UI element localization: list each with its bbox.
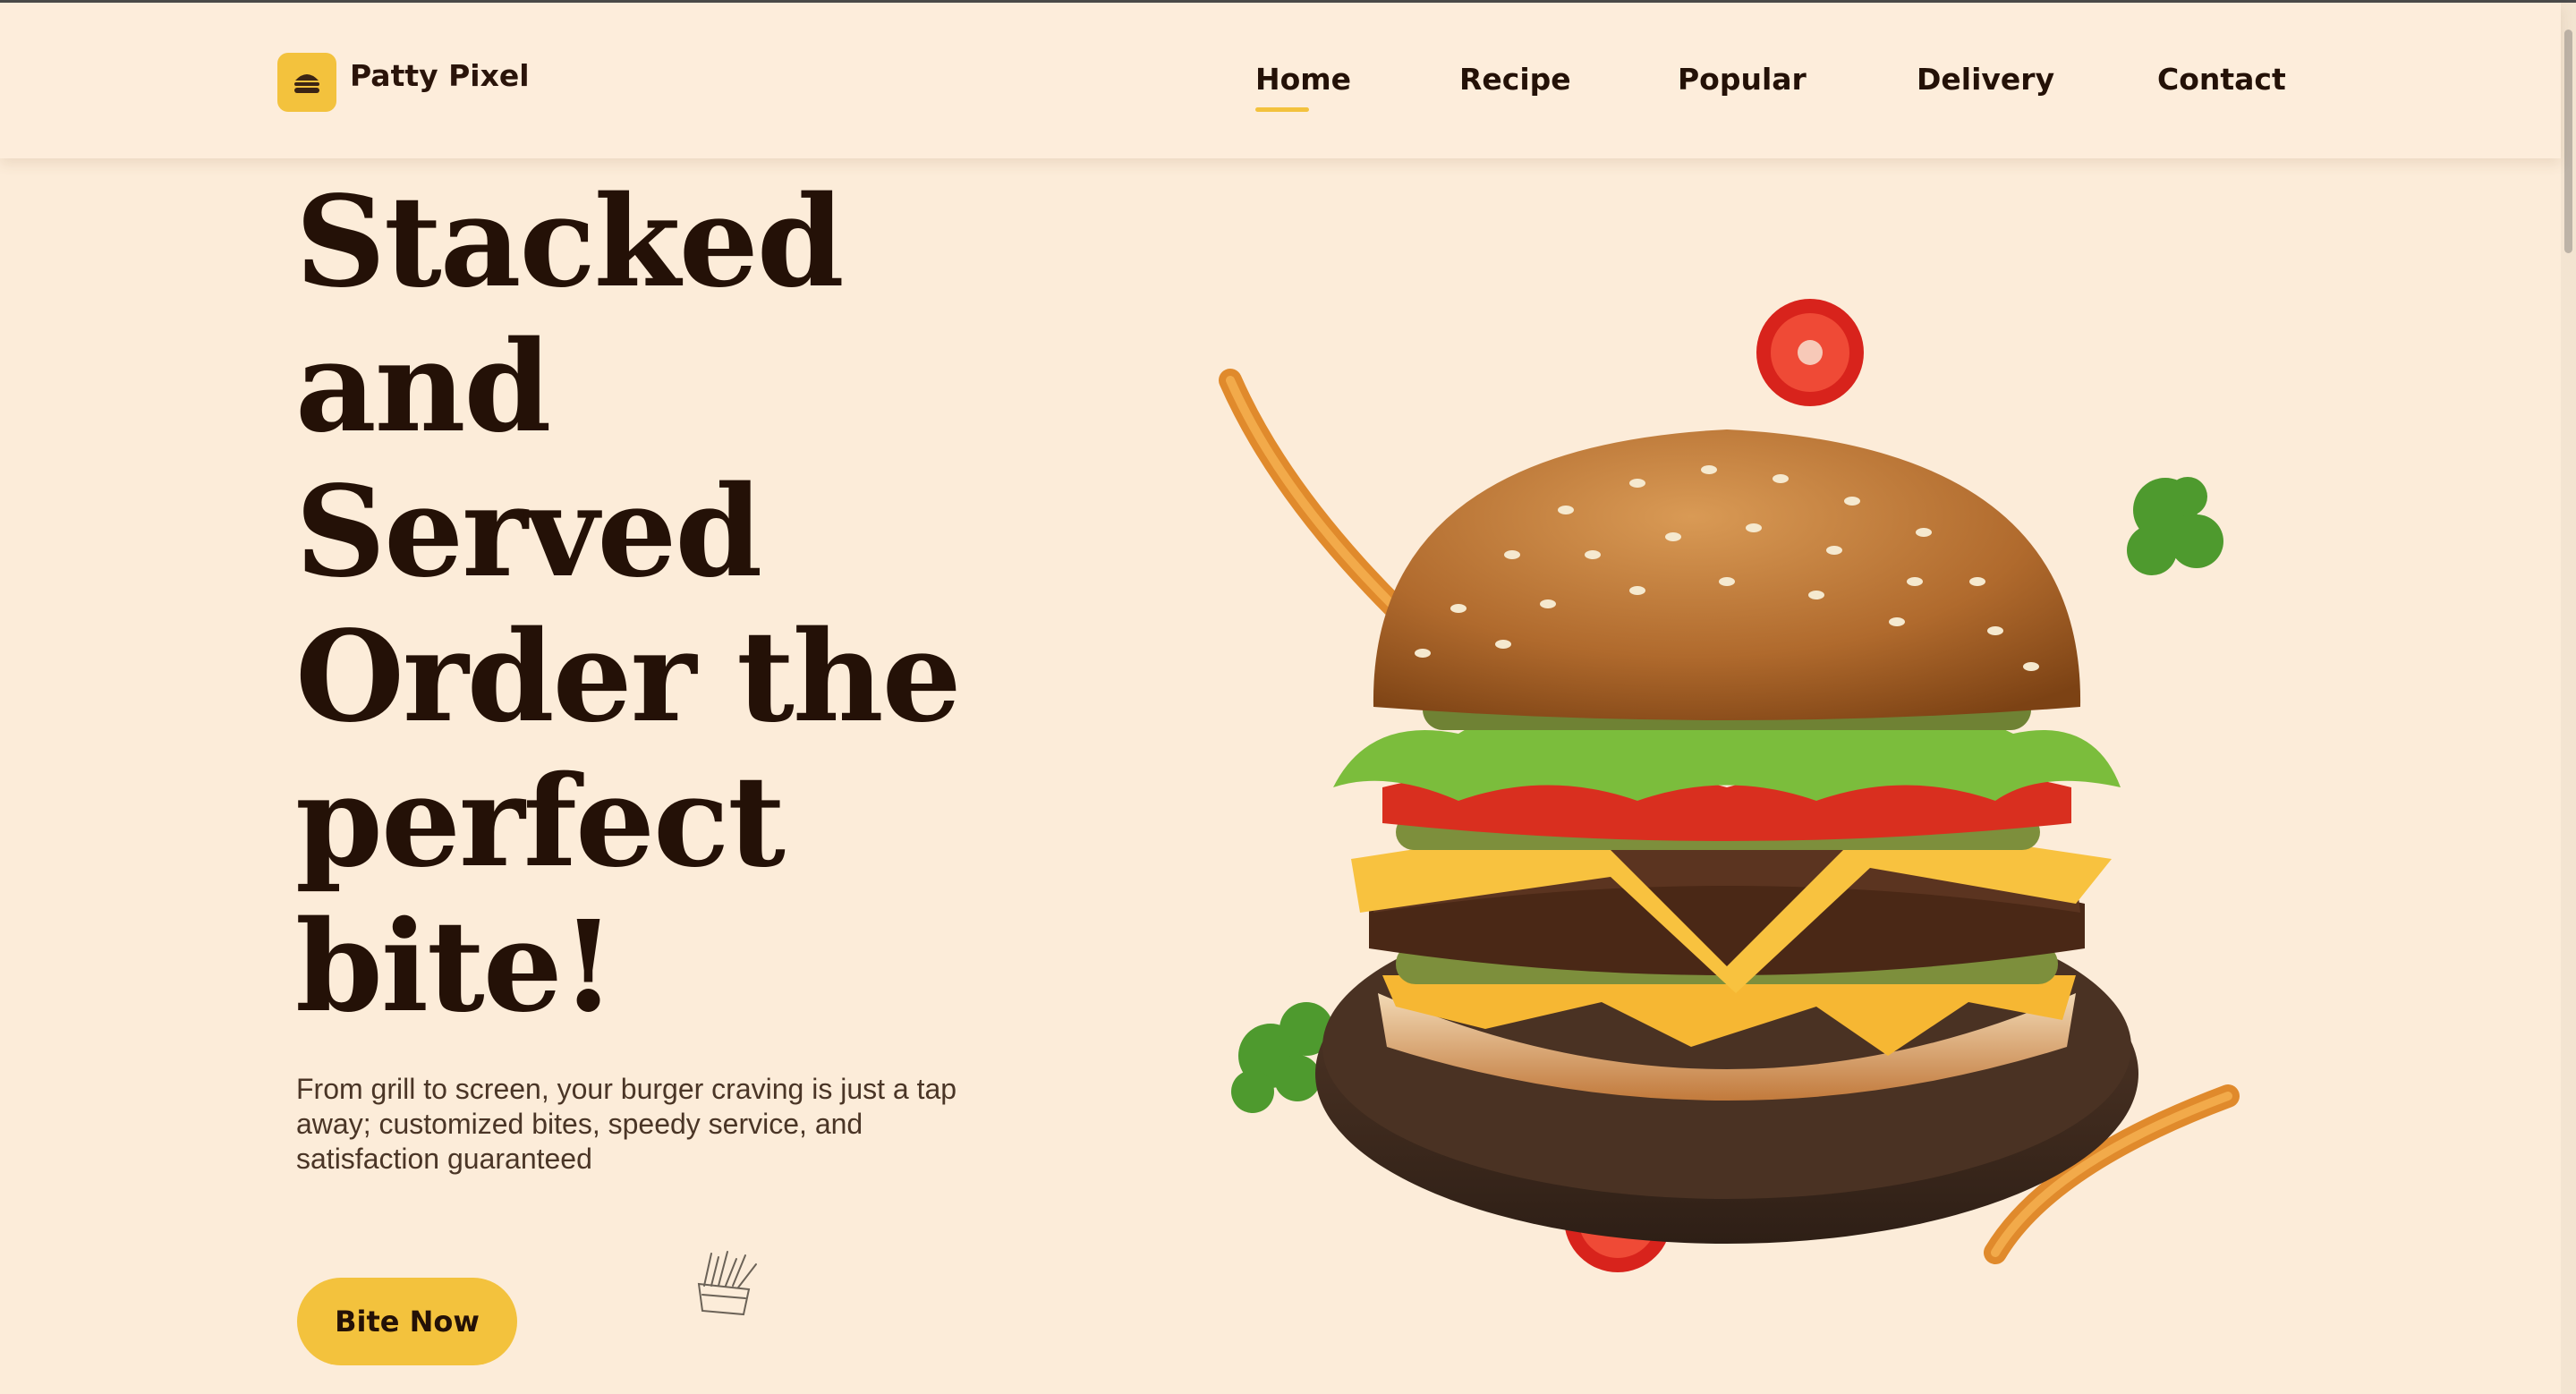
fry-left — [1219, 369, 1407, 620]
nav-recipe[interactable]: Recipe — [1459, 62, 1571, 97]
brand-name[interactable]: Patty Pixel — [350, 58, 530, 93]
nav-contact[interactable]: Contact — [2157, 62, 2286, 97]
headline-line: Stacked — [295, 169, 845, 316]
page-scrollbar[interactable] — [2561, 3, 2576, 1394]
headline-line: and — [295, 314, 551, 461]
scrollbar-thumb[interactable] — [2564, 30, 2572, 253]
nav-popular[interactable]: Popular — [1678, 62, 1807, 97]
site-header: Patty Pixel Home Recipe Popular Delivery… — [0, 3, 2561, 158]
burger-icon — [294, 74, 319, 93]
nav-active-indicator — [1255, 107, 1309, 112]
top-bun — [1373, 429, 2081, 720]
bite-now-button[interactable]: Bite Now — [297, 1278, 517, 1365]
nav-home[interactable]: Home — [1255, 62, 1351, 97]
headline-line: Order the — [295, 604, 962, 751]
headline-line: bite! — [295, 894, 616, 1041]
lettuce-leaf-right — [2127, 477, 2223, 575]
tomato-slice-top — [1756, 299, 1864, 406]
burger-illustration — [1219, 299, 2240, 1272]
hero-headline: Stacked and Served Order the perfect bit… — [295, 170, 1101, 1040]
fries-doodle-icon — [697, 1251, 757, 1316]
headline-line: Served — [295, 459, 762, 606]
nav-delivery[interactable]: Delivery — [1917, 62, 2054, 97]
headline-line: perfect — [295, 749, 786, 896]
hero-subtext: From grill to screen, your burger cravin… — [296, 1073, 957, 1175]
logo-badge[interactable] — [277, 53, 336, 112]
